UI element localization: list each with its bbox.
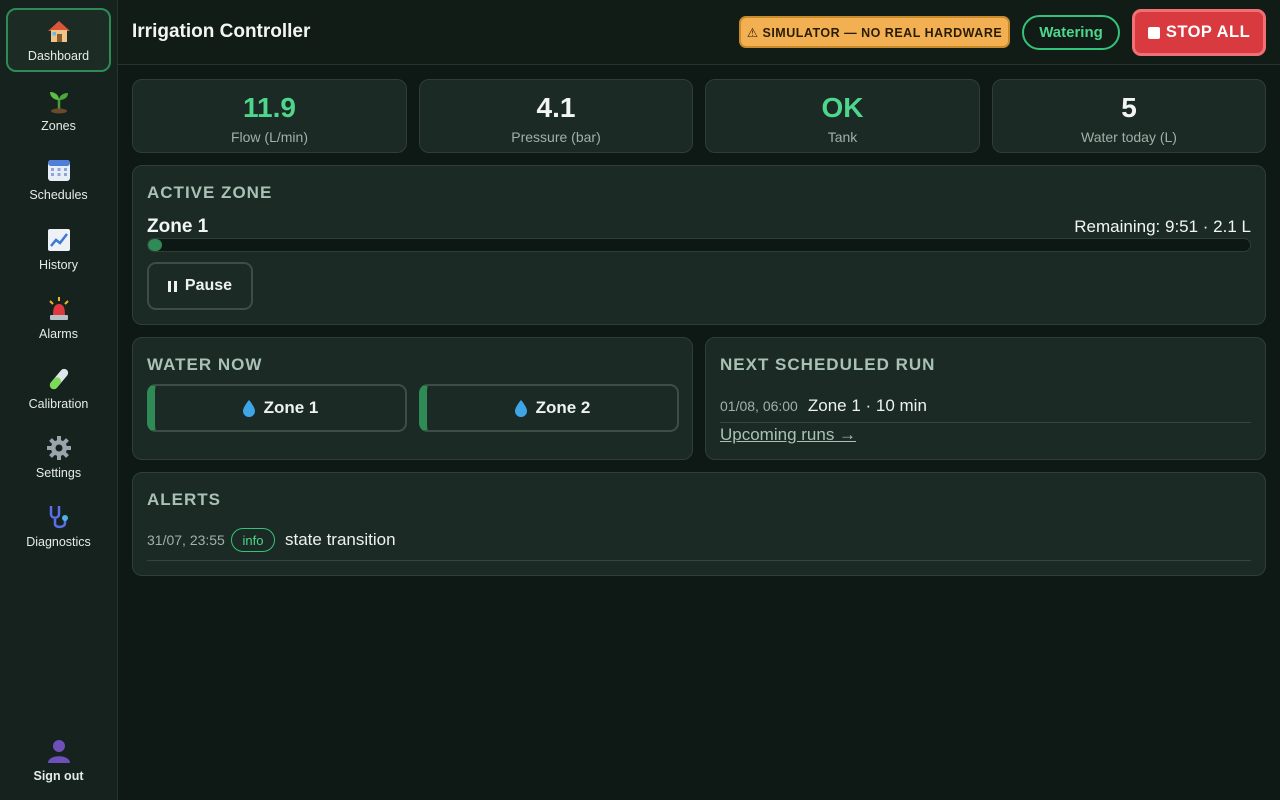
nav-label: Calibration <box>28 397 89 411</box>
water-zone-1-button[interactable]: Zone 1 <box>147 384 407 432</box>
sidebar: Dashboard Zones Schedules History Alarms… <box>0 0 118 800</box>
alert-date: 31/07, 23:55 <box>147 532 225 548</box>
gear-icon <box>46 436 71 460</box>
stat-card-pressure: 4.1 Pressure (bar) <box>419 79 693 153</box>
nav-label: Diagnostics <box>26 535 91 549</box>
stat-value: 11.9 <box>243 92 296 123</box>
section-title: ALERTS <box>147 490 221 509</box>
divider <box>720 422 1251 423</box>
nav-label: History <box>39 258 78 272</box>
house-icon <box>47 21 70 42</box>
stop-icon <box>1147 26 1160 39</box>
upcoming-runs-link[interactable]: Upcoming runs → <box>720 425 856 445</box>
water-zone-label: Zone 2 <box>535 398 591 417</box>
nav-settings[interactable]: Settings <box>6 425 111 489</box>
stat-value: 5 <box>1121 92 1137 123</box>
nav-alarms[interactable]: Alarms <box>6 286 111 350</box>
stat-card-flow: 11.9 Flow (L/min) <box>132 79 407 153</box>
stat-value: OK <box>821 92 864 123</box>
user-icon <box>47 740 70 763</box>
section-title: ACTIVE ZONE <box>147 183 273 202</box>
alert-message: state transition <box>285 530 396 549</box>
stethoscope-icon <box>49 506 68 529</box>
alerts-card: ALERTS 31/07, 23:55 info state transitio… <box>132 472 1266 576</box>
test-tube-icon <box>49 368 68 390</box>
nav-history[interactable]: History <box>6 217 111 281</box>
water-drop-icon <box>242 400 255 417</box>
seedling-icon <box>49 92 68 114</box>
water-zone-label: Zone 1 <box>263 398 319 417</box>
stat-value: 4.1 <box>536 92 576 123</box>
header: Irrigation Controller ⚠ SIMULATOR — NO R… <box>118 0 1280 65</box>
nav-label: Settings <box>35 466 82 480</box>
nav-label: Alarms <box>39 327 78 341</box>
next-run-card: NEXT SCHEDULED RUN 01/08, 06:00 Zone 1 ·… <box>705 337 1266 460</box>
simulator-badge: ⚠ SIMULATOR — NO REAL HARDWARE <box>739 16 1010 48</box>
water-drop-icon <box>514 400 527 417</box>
progress-fill <box>148 239 163 251</box>
stop-all-label: STOP ALL <box>1165 23 1251 41</box>
section-title: WATER NOW <box>147 355 263 374</box>
next-run-date: 01/08, 06:00 <box>720 398 798 414</box>
pause-label: Pause <box>184 277 233 294</box>
nav-dashboard[interactable]: Dashboard <box>6 8 111 72</box>
nav-schedules[interactable]: Schedules <box>6 147 111 211</box>
stat-card-tank: OK Tank <box>705 79 980 153</box>
next-run-row: 01/08, 06:00 Zone 1 · 10 min <box>720 396 927 416</box>
divider <box>147 560 1251 561</box>
pause-icon <box>167 280 177 292</box>
section-title: NEXT SCHEDULED RUN <box>720 355 936 374</box>
status-badge: Watering <box>1022 15 1120 50</box>
active-zone-name: Zone 1 <box>147 216 209 237</box>
stat-label: Water today (L) <box>1081 129 1177 145</box>
active-zone-card: ACTIVE ZONE Zone 1 Remaining: 9:51 · 2.1… <box>132 165 1266 325</box>
nav-label: Dashboard <box>27 49 90 63</box>
remaining-text: Remaining: 9:51 · 2.1 L <box>1074 217 1251 236</box>
nav-zones[interactable]: Zones <box>6 78 111 142</box>
sign-out-label: Sign out <box>33 769 84 783</box>
stat-label: Flow (L/min) <box>230 129 308 145</box>
stat-label: Pressure (bar) <box>511 129 601 145</box>
nav-label: Schedules <box>29 188 88 202</box>
pause-button[interactable]: Pause <box>147 262 253 310</box>
progress-bar <box>147 238 1251 252</box>
page-title: Irrigation Controller <box>132 21 311 42</box>
water-zone-2-button[interactable]: Zone 2 <box>419 384 679 432</box>
water-now-card: WATER NOW Zone 1 Zone 2 <box>132 337 693 460</box>
nav-calibration[interactable]: Calibration <box>6 356 111 420</box>
next-run-detail: Zone 1 · 10 min <box>807 396 927 415</box>
stat-label: Tank <box>827 129 858 145</box>
nav-label: Zones <box>41 119 76 133</box>
siren-icon <box>48 297 69 320</box>
nav-diagnostics[interactable]: Diagnostics <box>6 494 111 558</box>
alert-level-badge: info <box>231 528 275 552</box>
calendar-icon <box>47 160 70 181</box>
sign-out-button[interactable]: Sign out <box>6 728 111 792</box>
stop-all-button[interactable]: STOP ALL <box>1132 9 1266 56</box>
chart-icon <box>47 229 70 251</box>
stat-card-water-today: 5 Water today (L) <box>992 79 1266 153</box>
